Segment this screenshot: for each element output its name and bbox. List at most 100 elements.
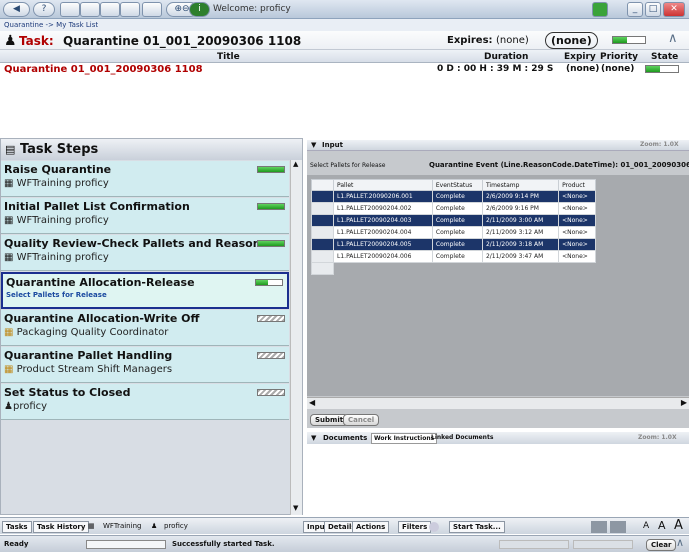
tab-actions[interactable]: Actions xyxy=(352,521,390,533)
status-cell[interactable]: Complete xyxy=(431,202,483,215)
font-large-button[interactable]: A xyxy=(674,518,683,533)
breadcrumb: Quarantine -> My Task List xyxy=(0,19,689,31)
maximize-icon: □ xyxy=(648,4,658,14)
grid-horizontal-scrollbar[interactable]: ◀ ▶ xyxy=(307,397,689,409)
filters-button[interactable]: Filters xyxy=(398,521,432,533)
row-header[interactable] xyxy=(311,226,334,239)
row-header[interactable] xyxy=(311,190,334,203)
layout-list-icon[interactable] xyxy=(610,521,626,533)
timestamp-cell[interactable]: 2/11/2009 3:00 AM xyxy=(481,214,560,227)
info-button[interactable]: i xyxy=(189,2,210,17)
step-pallet-handling[interactable]: Quarantine Pallet Handling ▦ Product Str… xyxy=(1,347,289,383)
timestamp-cell[interactable]: 2/11/2009 3:12 AM xyxy=(481,226,560,239)
col-state[interactable]: State xyxy=(651,52,678,62)
scroll-down-icon[interactable]: ▼ xyxy=(293,504,298,512)
pallet-row[interactable]: L1.PALLET20090204.003 Complete 2/11/2009 3… xyxy=(311,214,596,227)
pallet-table: Pallet EventStatus Timestamp Product L1.… xyxy=(311,179,596,275)
pallet-cell[interactable]: L1.PALLET20090204.002 xyxy=(333,202,433,215)
row-header[interactable] xyxy=(311,202,334,215)
product-cell[interactable]: <None> xyxy=(558,250,596,263)
pallet-cell[interactable]: L1.PALLET20090204.004 xyxy=(333,226,433,239)
clear-button[interactable]: Clear xyxy=(646,539,677,551)
status-cell[interactable]: Complete xyxy=(431,214,483,227)
help-button[interactable]: ? xyxy=(33,2,55,17)
status-cell[interactable]: Complete xyxy=(431,250,483,263)
step-initial-pallet-list[interactable]: Initial Pallet List Confirmation ▦ WFTra… xyxy=(1,198,289,234)
pallet-row[interactable]: L1.PALLET20090204.004 Complete 2/11/2009 3… xyxy=(311,226,596,239)
timestamp-cell[interactable]: 2/11/2009 3:18 AM xyxy=(481,238,560,251)
product-cell[interactable]: <None> xyxy=(558,214,596,227)
product-cell[interactable]: <None> xyxy=(558,238,596,251)
col-timestamp[interactable]: Timestamp xyxy=(481,179,560,191)
expand-up-icon[interactable]: ∧ xyxy=(676,536,684,549)
step-set-status-closed[interactable]: Set Status to Closed ♟proficy xyxy=(1,384,289,420)
step-title: Set Status to Closed xyxy=(4,386,131,399)
scroll-right-icon[interactable]: ▶ xyxy=(681,398,687,407)
scroll-up-icon[interactable]: ▲ xyxy=(293,160,298,168)
tab-task-history[interactable]: Task History xyxy=(33,521,90,533)
start-task-button[interactable]: Start Task... xyxy=(449,521,505,533)
col-pallet[interactable]: Pallet xyxy=(333,179,433,191)
collapse-icon[interactable]: ▼ xyxy=(311,141,316,149)
row-header[interactable] xyxy=(311,250,334,263)
expires-label: Expires: xyxy=(447,35,493,46)
timestamp-cell[interactable]: 2/6/2009 9:14 PM xyxy=(481,190,560,203)
steps-scrollbar[interactable]: ▲ ▼ xyxy=(290,160,302,515)
product-cell[interactable]: <None> xyxy=(558,190,596,203)
pallet-cell[interactable]: L1.PALLET20090204.006 xyxy=(333,250,433,263)
tab-linked-documents[interactable]: Linked Documents xyxy=(431,434,493,441)
font-small-button[interactable]: A xyxy=(643,521,649,531)
close-button[interactable]: ✕ xyxy=(663,2,685,17)
layout-1-button[interactable] xyxy=(60,2,80,17)
layout-grid-icon[interactable] xyxy=(591,521,607,533)
pallet-row[interactable]: L1.PALLET20090204.002 Complete 2/6/2009 9:… xyxy=(311,202,596,215)
collapse-icon[interactable]: ▼ xyxy=(311,434,316,442)
collapse-up-icon[interactable]: ∧ xyxy=(668,31,678,46)
back-button[interactable]: ◀ xyxy=(3,2,30,17)
pallet-cell[interactable]: L1.PALLET20090204.005 xyxy=(333,238,433,251)
step-quality-review[interactable]: Quality Review-Check Pallets and Reason … xyxy=(1,235,289,271)
status-cell[interactable]: Complete xyxy=(431,190,483,203)
task-list-row[interactable]: Quarantine 01_001_20090306 1108 0 D : 00… xyxy=(0,63,689,77)
row-header[interactable] xyxy=(311,214,334,227)
step-raise-quarantine[interactable]: Raise Quarantine ▦ WFTraining proficy xyxy=(1,161,289,197)
layout-5-button[interactable] xyxy=(142,2,162,17)
status-progress xyxy=(86,540,166,549)
col-duration[interactable]: Duration xyxy=(484,52,528,62)
font-medium-button[interactable]: A xyxy=(658,519,666,532)
pallet-row[interactable]: L1.PALLET.20090206.001 Complete 2/6/2009 9… xyxy=(311,190,596,203)
step-allocation-release[interactable]: Quarantine Allocation-Release Select Pal… xyxy=(1,272,289,309)
status-ready: Ready xyxy=(4,540,29,548)
pallet-cell[interactable]: L1.PALLET.20090206.001 xyxy=(333,190,433,203)
status-cell[interactable]: Complete xyxy=(431,238,483,251)
col-expiry[interactable]: Expiry xyxy=(564,52,596,62)
breadcrumb-root[interactable]: Quarantine xyxy=(4,21,43,29)
tab-tasks[interactable]: Tasks xyxy=(2,521,32,533)
layout-3-button[interactable] xyxy=(100,2,120,17)
col-event-status[interactable]: EventStatus xyxy=(431,179,483,191)
step-assignee: ▦ WFTraining proficy xyxy=(4,252,109,263)
input-zoom[interactable]: Zoom: 1.0X xyxy=(640,141,679,148)
layout-4-button[interactable] xyxy=(120,2,140,17)
maximize-button[interactable]: □ xyxy=(645,2,661,17)
step-allocation-write-off[interactable]: Quarantine Allocation-Write Off ▦ Packag… xyxy=(1,310,289,346)
pallet-cell[interactable]: L1.PALLET20090204.003 xyxy=(333,214,433,227)
pallet-row[interactable]: L1.PALLET20090204.006 Complete 2/11/2009 3… xyxy=(311,250,596,263)
row-header[interactable] xyxy=(311,238,334,251)
col-priority[interactable]: Priority xyxy=(600,52,638,62)
cancel-button[interactable]: Cancel xyxy=(343,414,380,426)
col-product[interactable]: Product xyxy=(558,179,596,191)
step-title: Initial Pallet List Confirmation xyxy=(4,200,190,213)
timestamp-cell[interactable]: 2/11/2009 3:47 AM xyxy=(481,250,560,263)
status-cell[interactable]: Complete xyxy=(431,226,483,239)
scroll-left-icon[interactable]: ◀ xyxy=(309,398,315,407)
timestamp-cell[interactable]: 2/6/2009 9:16 PM xyxy=(481,202,560,215)
product-cell[interactable]: <None> xyxy=(558,202,596,215)
layout-2-button[interactable] xyxy=(80,2,100,17)
pallet-row[interactable]: L1.PALLET20090204.005 Complete 2/11/2009 3… xyxy=(311,238,596,251)
col-title[interactable]: Title xyxy=(217,52,240,62)
minimize-button[interactable]: _ xyxy=(627,2,643,17)
documents-zoom[interactable]: Zoom: 1.0X xyxy=(638,434,677,441)
product-cell[interactable]: <None> xyxy=(558,226,596,239)
tab-work-instructions[interactable]: Work Instructions xyxy=(371,433,438,444)
